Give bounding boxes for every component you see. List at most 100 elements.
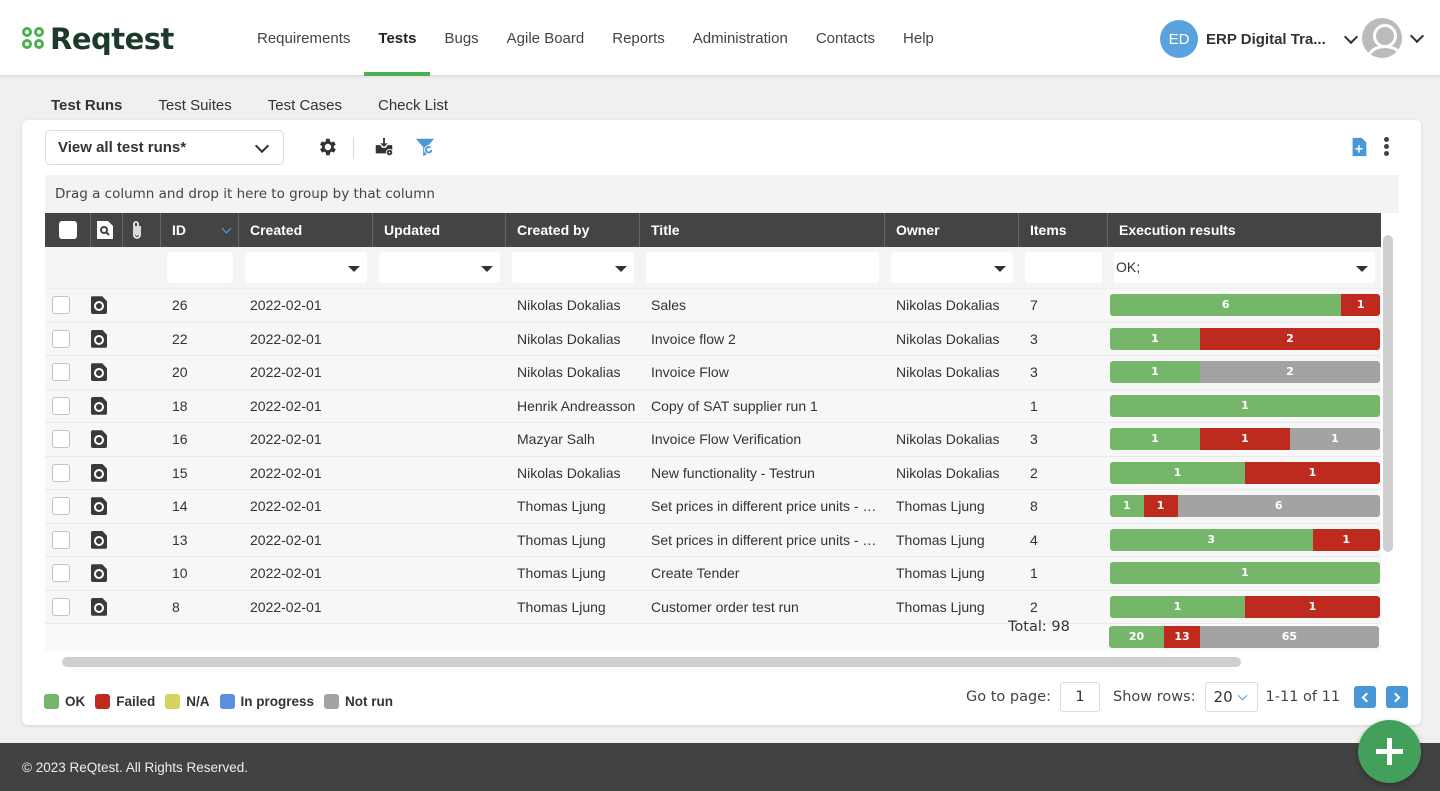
filter-title-input[interactable] bbox=[646, 252, 879, 283]
view-details-icon[interactable] bbox=[91, 564, 107, 583]
cell-items: 2 bbox=[1030, 464, 1038, 481]
row-checkbox[interactable] bbox=[52, 430, 70, 449]
table-row[interactable]: 13 2022-02-01 Thomas Ljung Set prices in di… bbox=[45, 523, 1381, 557]
nav-bugs[interactable]: Bugs bbox=[430, 0, 492, 76]
view-details-icon[interactable] bbox=[91, 329, 107, 348]
group-by-drop-zone[interactable]: Drag a column and drop it here to group … bbox=[45, 175, 1399, 213]
cell-id[interactable]: 8 bbox=[161, 599, 239, 615]
table-row[interactable]: 20 2022-02-01 Nikolas Dokalias Invoice Flow… bbox=[45, 356, 1381, 390]
nav-reports[interactable]: Reports bbox=[598, 0, 679, 76]
filter-owner-select[interactable] bbox=[891, 252, 1013, 283]
user-menu[interactable] bbox=[1362, 18, 1428, 58]
new-document-icon[interactable] bbox=[1348, 136, 1370, 158]
row-checkbox[interactable] bbox=[52, 296, 70, 315]
cell-title[interactable]: Create Tender bbox=[640, 565, 885, 581]
cell-id[interactable]: 15 bbox=[161, 465, 239, 481]
filter-id-input[interactable] bbox=[167, 252, 233, 283]
row-checkbox[interactable] bbox=[52, 463, 70, 482]
filter-reset-icon[interactable] bbox=[414, 136, 436, 158]
nav-requirements[interactable]: Requirements bbox=[243, 0, 364, 76]
cell-title[interactable]: Sales bbox=[640, 297, 885, 313]
nav-administration[interactable]: Administration bbox=[679, 0, 802, 76]
cell-title[interactable]: Invoice Flow bbox=[640, 364, 885, 380]
table-row[interactable]: 14 2022-02-01 Thomas Ljung Set prices in di… bbox=[45, 490, 1381, 524]
cell-id[interactable]: 13 bbox=[161, 532, 239, 548]
cell-id[interactable]: 18 bbox=[161, 398, 239, 414]
filter-execution-results-select[interactable]: OK; bbox=[1114, 252, 1375, 283]
cell-title[interactable]: Set prices in different price units - SA… bbox=[640, 498, 885, 514]
column-header-items[interactable]: Items bbox=[1019, 213, 1108, 247]
row-checkbox[interactable] bbox=[52, 530, 70, 549]
view-details-icon[interactable] bbox=[91, 497, 107, 516]
filter-items-input[interactable] bbox=[1025, 252, 1102, 283]
filter-created-select[interactable] bbox=[245, 252, 367, 283]
view-details-icon[interactable] bbox=[91, 363, 107, 382]
column-header-created-by[interactable]: Created by bbox=[506, 213, 640, 247]
table-row[interactable]: 16 2022-02-01 Mazyar Salh Invoice Flow Veri… bbox=[45, 423, 1381, 457]
more-options-icon[interactable] bbox=[1384, 137, 1390, 157]
row-checkbox[interactable] bbox=[52, 363, 70, 382]
vertical-scrollbar[interactable] bbox=[1383, 235, 1393, 552]
cell-id[interactable]: 20 bbox=[161, 364, 239, 380]
row-checkbox[interactable] bbox=[52, 597, 70, 616]
cell-id[interactable]: 22 bbox=[161, 331, 239, 347]
table-row[interactable]: 10 2022-02-01 Thomas Ljung Create Tender Tho… bbox=[45, 557, 1381, 591]
table-row[interactable]: 22 2022-02-01 Nikolas Dokalias Invoice flow… bbox=[45, 322, 1381, 356]
cell-id[interactable]: 14 bbox=[161, 498, 239, 514]
cell-title[interactable]: Set prices in different price units - Sp… bbox=[640, 532, 885, 548]
cell-id[interactable]: 26 bbox=[161, 297, 239, 313]
tab-test-runs[interactable]: Test Runs bbox=[33, 88, 141, 123]
nav-help[interactable]: Help bbox=[889, 0, 948, 76]
prev-page-button[interactable] bbox=[1354, 686, 1377, 708]
horizontal-scrollbar[interactable] bbox=[62, 657, 1241, 667]
row-checkbox[interactable] bbox=[52, 497, 70, 516]
table-row[interactable]: 18 2022-02-01 Henrik Andreasson Copy of SAT… bbox=[45, 389, 1381, 423]
select-all-checkbox[interactable] bbox=[59, 221, 77, 239]
cell-title[interactable]: Invoice Flow Verification bbox=[640, 431, 885, 447]
cell-items: 3 bbox=[1030, 330, 1038, 347]
tab-check-list[interactable]: Check List bbox=[360, 88, 466, 120]
rows-per-page-select[interactable]: 20 bbox=[1204, 682, 1258, 712]
cell-title[interactable]: New functionality - Testrun bbox=[640, 465, 885, 481]
cell-title[interactable]: Copy of SAT supplier run 1 bbox=[640, 398, 885, 414]
next-page-button[interactable] bbox=[1386, 686, 1409, 708]
export-icon[interactable] bbox=[373, 136, 395, 158]
view-details-icon[interactable] bbox=[91, 296, 107, 315]
nav-agile-board[interactable]: Agile Board bbox=[493, 0, 599, 76]
table-row[interactable]: 8 2022-02-01 Thomas Ljung Customer order te… bbox=[45, 590, 1381, 624]
cell-title[interactable]: Invoice flow 2 bbox=[640, 331, 885, 347]
row-checkbox[interactable] bbox=[52, 564, 70, 583]
view-details-icon[interactable] bbox=[91, 463, 107, 482]
row-checkbox[interactable] bbox=[52, 396, 70, 415]
cell-id[interactable]: 10 bbox=[161, 565, 239, 581]
reqtest-logo[interactable]: Reqtest bbox=[22, 22, 174, 56]
view-details-icon[interactable] bbox=[91, 396, 107, 415]
nav-tests[interactable]: Tests bbox=[364, 0, 431, 76]
organization-switcher[interactable]: ED ERP Digital Tra... bbox=[1160, 20, 1362, 58]
filter-updated-select[interactable] bbox=[379, 252, 500, 283]
view-details-icon[interactable] bbox=[91, 430, 107, 449]
copyright-text: © 2023 ReQtest. All Rights Reserved. bbox=[22, 760, 249, 775]
filter-created-by-select[interactable] bbox=[512, 252, 634, 283]
view-select[interactable]: View all test runs* bbox=[45, 130, 284, 165]
column-header-id[interactable]: ID bbox=[161, 213, 239, 247]
column-header-updated[interactable]: Updated bbox=[373, 213, 506, 247]
table-row[interactable]: 26 2022-02-01 Nikolas Dokalias Sales Nikolas… bbox=[45, 289, 1381, 323]
column-header-created[interactable]: Created bbox=[239, 213, 373, 247]
toolbar-separator bbox=[353, 137, 354, 159]
column-header-execution-results[interactable]: Execution results bbox=[1108, 213, 1381, 247]
cell-id[interactable]: 16 bbox=[161, 431, 239, 447]
tab-test-suites[interactable]: Test Suites bbox=[140, 88, 249, 120]
add-button[interactable] bbox=[1358, 720, 1421, 783]
view-details-icon[interactable] bbox=[91, 597, 107, 616]
column-header-title[interactable]: Title bbox=[640, 213, 885, 247]
view-details-icon[interactable] bbox=[91, 530, 107, 549]
column-header-owner[interactable]: Owner bbox=[885, 213, 1019, 247]
goto-page-input[interactable]: 1 bbox=[1059, 682, 1100, 712]
row-checkbox[interactable] bbox=[52, 329, 70, 348]
table-row[interactable]: 15 2022-02-01 Nikolas Dokalias New function… bbox=[45, 456, 1381, 490]
cell-title[interactable]: Customer order test run bbox=[640, 599, 885, 615]
nav-contacts[interactable]: Contacts bbox=[802, 0, 889, 76]
gear-icon[interactable] bbox=[316, 136, 338, 158]
tab-test-cases[interactable]: Test Cases bbox=[250, 88, 360, 120]
